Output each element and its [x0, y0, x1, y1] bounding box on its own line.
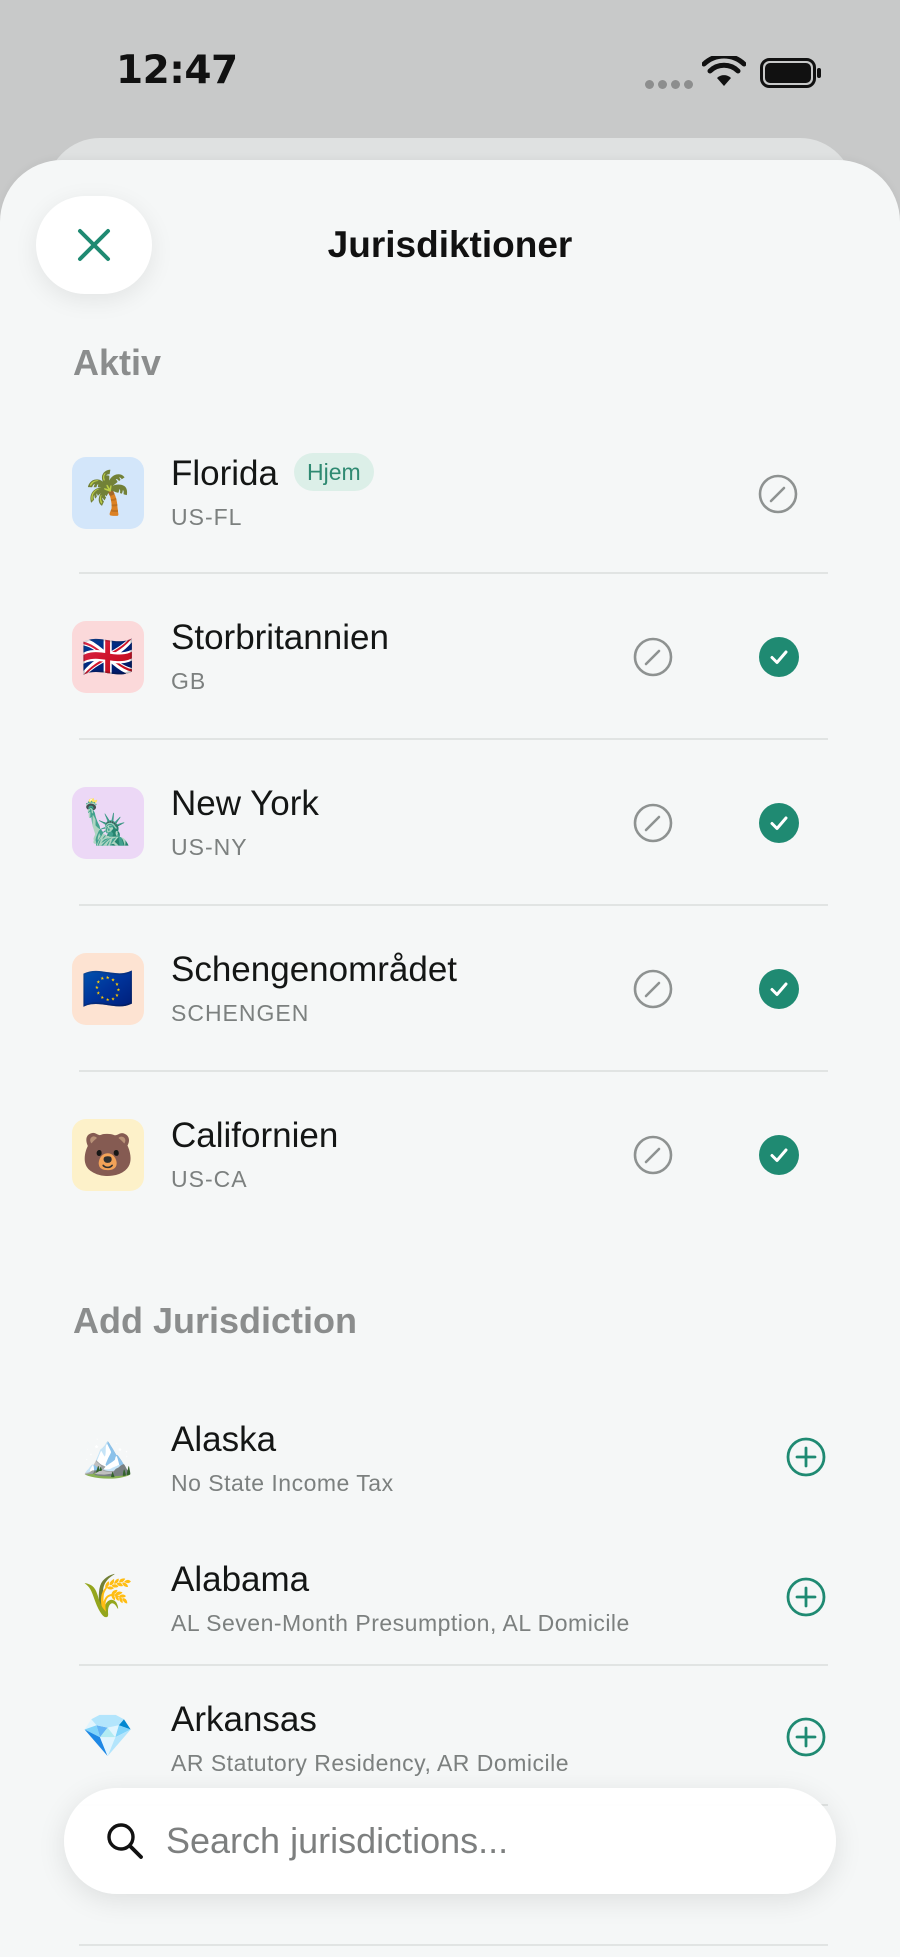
search-input[interactable] [166, 1806, 806, 1876]
edit-button[interactable] [757, 473, 799, 515]
battery-icon [760, 58, 821, 88]
jurisdiction-subtitle: No State Income Tax [171, 1470, 394, 1496]
cellular-signal-icon [645, 80, 693, 89]
bear-icon: 🐻 [72, 1119, 144, 1191]
jurisdiction-name: Storbritannien [171, 618, 389, 657]
jurisdiction-name: Californien [171, 1116, 339, 1155]
jurisdiction-name: Florida [171, 454, 278, 493]
rice-plant-icon: 🌾 [81, 1571, 135, 1620]
search-bar[interactable] [64, 1788, 836, 1894]
active-row-schengen[interactable]: 🇪🇺 Schengenområdet SCHENGEN [0, 906, 900, 1072]
active-checkbox[interactable] [759, 637, 799, 677]
jurisdiction-code: US-NY [171, 834, 248, 860]
jurisdictions-sheet: Jurisdiktioner Aktiv 🌴 Florida Hjem US-F… [0, 160, 900, 1957]
jurisdiction-subtitle: AL Seven-Month Presumption, AL Domicile [171, 1610, 630, 1636]
jurisdiction-name: Schengenområdet [171, 950, 458, 989]
checkmark-icon [770, 982, 788, 996]
edit-button[interactable] [632, 636, 674, 678]
edit-button[interactable] [632, 968, 674, 1010]
add-button[interactable] [785, 1576, 827, 1618]
checkmark-icon [770, 816, 788, 830]
diamond-icon: 💎 [81, 1711, 135, 1760]
statue-of-liberty-icon: 🗽 [72, 787, 144, 859]
jurisdiction-code: US-CA [171, 1166, 248, 1192]
wifi-icon [702, 56, 746, 86]
add-button[interactable] [785, 1716, 827, 1758]
divider [79, 1944, 828, 1946]
add-row-alaska[interactable]: 🏔️ Alaska No State Income Tax [0, 1386, 900, 1526]
jurisdiction-name: Arkansas [171, 1700, 317, 1739]
page-title: Jurisdiktioner [327, 224, 573, 265]
uk-flag-icon: 🇬🇧 [72, 621, 144, 693]
add-row-alabama[interactable]: 🌾 Alabama AL Seven-Month Presumption, AL… [0, 1526, 900, 1666]
status-time: 12:47 [116, 48, 238, 93]
add-row-arkansas[interactable]: 💎 Arkansas AR Statutory Residency, AR Do… [0, 1666, 900, 1806]
search-icon [107, 1823, 143, 1859]
active-row-californien[interactable]: 🐻 Californien US-CA [0, 1072, 900, 1238]
jurisdiction-name: Alabama [171, 1560, 310, 1599]
checkmark-icon [770, 1148, 788, 1162]
jurisdiction-code: GB [171, 668, 207, 694]
jurisdiction-code: US-FL [171, 504, 243, 530]
section-title-add: Add Jurisdiction [73, 1300, 358, 1341]
mountain-icon: 🏔️ [81, 1431, 135, 1480]
add-button[interactable] [785, 1436, 827, 1478]
active-checkbox[interactable] [759, 803, 799, 843]
palm-tree-icon: 🌴 [72, 457, 144, 529]
edit-button[interactable] [632, 1134, 674, 1176]
checkmark-icon [770, 650, 788, 664]
jurisdiction-code: SCHENGEN [171, 1000, 310, 1026]
section-title-active: Aktiv [73, 342, 162, 383]
home-badge: Hjem [294, 453, 374, 491]
jurisdiction-name: Alaska [171, 1420, 277, 1459]
active-row-new-york[interactable]: 🗽 New York US-NY [0, 740, 900, 906]
jurisdiction-subtitle: AR Statutory Residency, AR Domicile [171, 1750, 569, 1776]
active-row-storbritannien[interactable]: 🇬🇧 Storbritannien GB [0, 574, 900, 740]
active-checkbox[interactable] [759, 1135, 799, 1175]
active-checkbox[interactable] [759, 969, 799, 1009]
edit-button[interactable] [632, 802, 674, 844]
jurisdiction-name: New York [171, 784, 319, 823]
eu-flag-icon: 🇪🇺 [72, 953, 144, 1025]
active-row-florida[interactable]: 🌴 Florida Hjem US-FL [0, 408, 900, 574]
status-bar: 12:47 [0, 0, 900, 140]
